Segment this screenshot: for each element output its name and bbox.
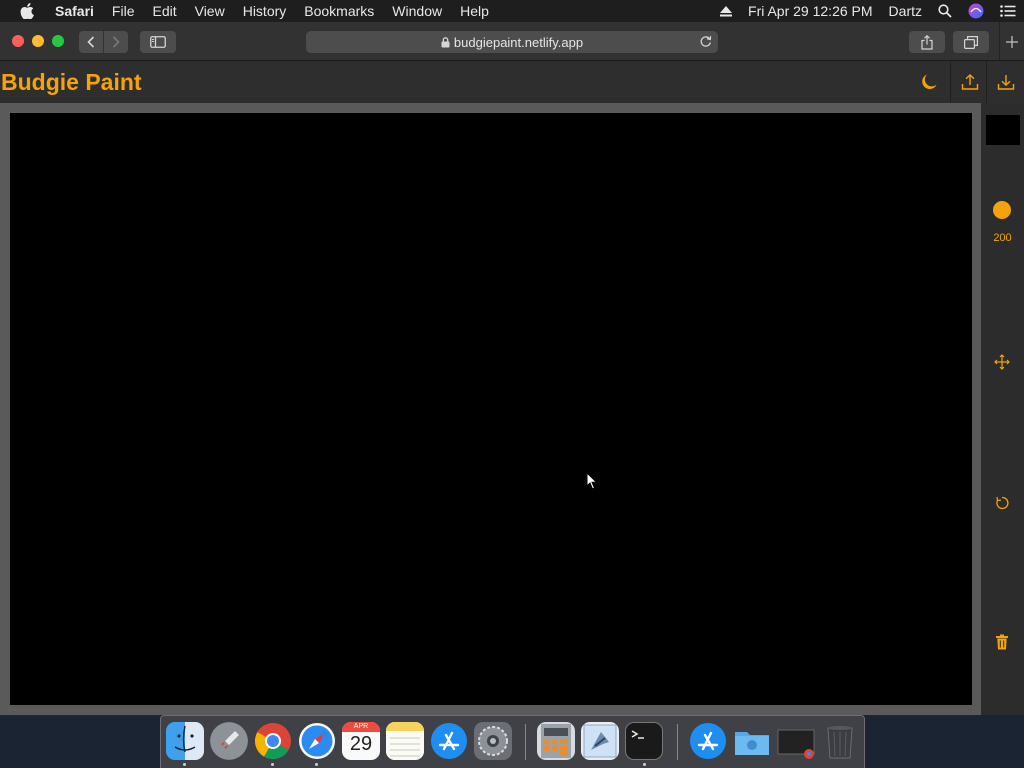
apple-menu-icon[interactable] (20, 3, 36, 19)
spotlight-search-icon[interactable] (930, 4, 960, 18)
dock: APR 29 (160, 715, 865, 768)
header-divider (986, 61, 987, 103)
downloads-app-store-icon[interactable] (689, 722, 727, 760)
calendar-icon[interactable]: APR 29 (342, 722, 380, 760)
launchpad-icon[interactable] (210, 722, 248, 760)
url-text: budgiepaint.netlify.app (453, 34, 584, 50)
brush-size-value: 200 (993, 232, 1012, 244)
tab-overview-button[interactable] (953, 31, 989, 53)
upload-icon[interactable] (960, 72, 980, 92)
dark-mode-toggle-icon[interactable] (919, 72, 939, 92)
chrome-icon[interactable] (254, 722, 292, 760)
chevron-right-icon (112, 36, 120, 48)
running-indicator (183, 763, 186, 766)
notes-icon[interactable] (386, 722, 424, 760)
minimize-window-button[interactable] (32, 35, 44, 47)
eject-icon[interactable] (712, 5, 740, 17)
tools-sidebar: 200 (981, 103, 1024, 715)
sidebar-toggle-button[interactable] (140, 31, 176, 53)
browser-toolbar: budgiepaint.netlify.app (0, 22, 1024, 61)
menu-help[interactable]: Help (451, 0, 498, 22)
trash-bin-icon[interactable] (821, 722, 859, 760)
menu-safari[interactable]: Safari (46, 0, 103, 22)
app-title: Budgie Paint (1, 69, 142, 95)
canvas-container (0, 103, 981, 715)
move-icon[interactable] (993, 353, 1011, 371)
back-button[interactable] (79, 31, 103, 53)
brush-size-indicator[interactable] (993, 201, 1011, 219)
menu-history[interactable]: History (234, 0, 296, 22)
terminal-icon[interactable] (625, 722, 663, 760)
color-swatch[interactable] (986, 115, 1020, 145)
menubar-clock[interactable]: Fri Apr 29 12:26 PM (740, 0, 881, 22)
app-store-icon[interactable] (430, 722, 468, 760)
downloads-folder-icon[interactable] (733, 722, 771, 760)
plus-icon (1006, 35, 1018, 48)
zoom-window-button[interactable] (52, 35, 64, 47)
share-button[interactable] (909, 31, 945, 53)
system-preferences-icon[interactable] (474, 722, 512, 760)
trash-icon[interactable] (993, 633, 1011, 651)
calendar-month: APR (342, 722, 380, 732)
page-content: Budgie Paint 200 (0, 61, 1024, 715)
mail-icon[interactable] (581, 722, 619, 760)
menu-bar: Safari File Edit View History Bookmarks … (0, 0, 1024, 22)
notification-center-icon[interactable] (992, 5, 1024, 17)
sidebar-icon (150, 36, 166, 48)
new-tab-button[interactable] (999, 22, 1024, 61)
mouse-cursor (586, 471, 598, 495)
forward-button[interactable] (104, 31, 128, 53)
tabs-icon (964, 35, 978, 49)
close-window-button[interactable] (12, 35, 24, 47)
dock-separator (677, 724, 678, 760)
download-icon[interactable] (996, 72, 1016, 92)
calculator-document-icon[interactable] (537, 722, 575, 760)
share-icon (921, 34, 933, 50)
reload-icon[interactable] (699, 35, 712, 51)
dock-separator (525, 724, 526, 760)
menubar-user[interactable]: Dartz (881, 0, 930, 22)
running-indicator (271, 763, 274, 766)
menu-edit[interactable]: Edit (143, 0, 185, 22)
chrome-window-thumbnail-icon[interactable] (777, 722, 815, 760)
undo-icon[interactable] (993, 494, 1011, 512)
chevron-left-icon (87, 36, 95, 48)
siri-icon[interactable] (960, 3, 992, 19)
calendar-day: 29 (349, 733, 373, 755)
finder-icon[interactable] (166, 722, 204, 760)
running-indicator (643, 763, 646, 766)
menu-window[interactable]: Window (383, 0, 451, 22)
menu-file[interactable]: File (103, 0, 144, 22)
lock-icon (441, 36, 450, 48)
header-divider (950, 61, 951, 103)
menu-view[interactable]: View (186, 0, 234, 22)
app-header: Budgie Paint (0, 61, 1024, 104)
drawing-canvas[interactable] (10, 113, 972, 705)
running-indicator (315, 763, 318, 766)
safari-icon[interactable] (298, 722, 336, 760)
menu-bookmarks[interactable]: Bookmarks (295, 0, 383, 22)
address-bar[interactable]: budgiepaint.netlify.app (306, 31, 718, 53)
